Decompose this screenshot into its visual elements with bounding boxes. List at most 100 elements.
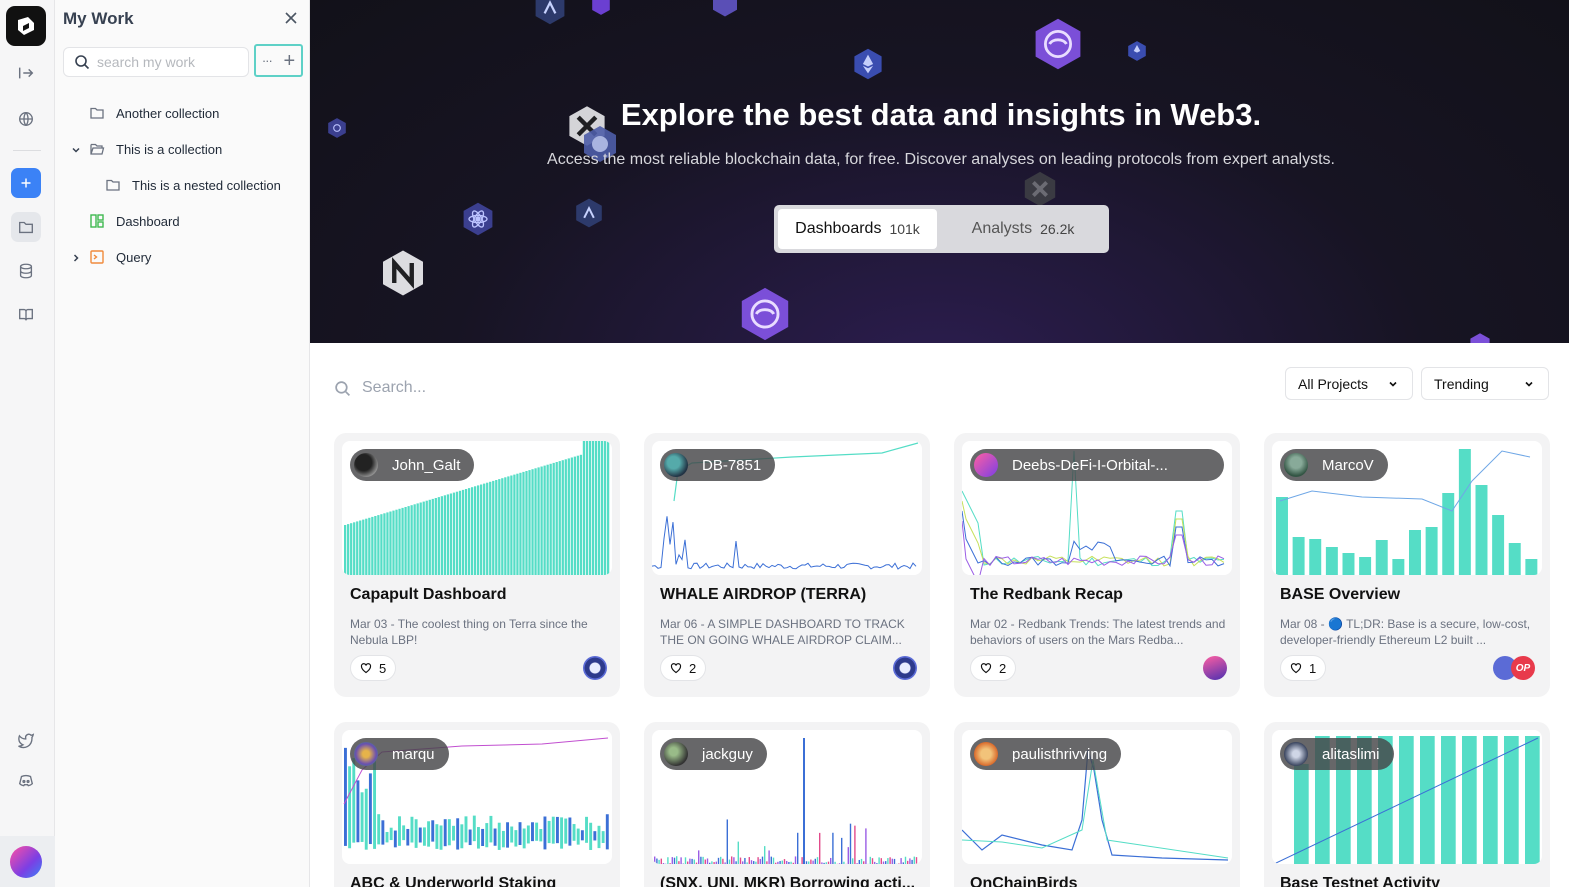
chart-bar (514, 836, 518, 847)
chart-bar (907, 860, 909, 864)
chart-bar (585, 836, 588, 843)
chart-bar (385, 831, 389, 836)
chart-bar (706, 858, 709, 864)
dune-logo[interactable] (6, 6, 46, 46)
chart-bar (904, 856, 907, 864)
chart-bar (489, 481, 492, 575)
dashboard-card[interactable]: marqu ABC & Underworld Staking (334, 722, 620, 887)
chart-bar (832, 832, 834, 864)
chart-bar (549, 463, 552, 575)
chart-bar (507, 476, 510, 575)
dashboard-card[interactable]: DB-7851 WHALE AIRDROP (TERRA) Mar 06 - A… (644, 433, 930, 697)
author-badge[interactable]: paulisthrivving (970, 738, 1122, 770)
chart-bar (373, 836, 377, 849)
ethereum-token-icon (1128, 41, 1146, 61)
expand-sidebar-icon[interactable] (11, 58, 41, 88)
like-button[interactable]: 2 (970, 655, 1017, 681)
discord-icon[interactable] (11, 766, 41, 796)
author-badge[interactable]: John_Galt (350, 449, 475, 481)
tab-analysts[interactable]: Analysts 26.2k (941, 209, 1105, 249)
chart-bar (493, 828, 497, 836)
dashboard-card[interactable]: John_Galt Capapult Dashboard Mar 03 - Th… (334, 433, 620, 697)
book-icon[interactable] (11, 300, 41, 330)
work-search-input[interactable] (97, 54, 237, 70)
user-avatar[interactable] (10, 846, 42, 878)
dashboard-card[interactable]: MarcoV BASE Overview Mar 08 - 🔵 TL;DR: B… (1264, 433, 1550, 697)
chart-bar (564, 818, 568, 836)
card-description: Mar 06 - A SIMPLE DASHBOARD TO TRACK THE… (660, 617, 905, 647)
chart-bar (377, 515, 380, 575)
sort-dropdown[interactable]: Trending (1421, 367, 1549, 400)
like-count: 2 (689, 660, 697, 676)
chart-bar (1504, 736, 1519, 864)
database-icon[interactable] (11, 256, 41, 286)
chart-bar (1525, 736, 1540, 864)
dashboard-card[interactable]: Deebs-DeFi-I-Orbital-... The Redbank Rec… (954, 433, 1240, 697)
author-badge[interactable]: alitaslimi (1280, 738, 1394, 770)
tree-item-label: This is a nested collection (132, 177, 281, 193)
chart-bar (568, 817, 572, 836)
chart-bar (585, 816, 588, 836)
chart-bar (356, 780, 360, 836)
author-avatar (1284, 742, 1308, 766)
author-badge[interactable]: MarcoV (1280, 449, 1388, 481)
chart-bar (525, 471, 528, 575)
chart-bar (443, 819, 447, 836)
like-button[interactable]: 2 (660, 655, 707, 681)
chart-bar (501, 830, 505, 836)
author-badge[interactable]: Deebs-DeFi-I-Orbital-... (970, 449, 1224, 481)
card-title[interactable]: WHALE AIRDROP (TERRA) (660, 586, 866, 604)
chart-bar (418, 827, 422, 836)
chart-bar (485, 823, 489, 836)
dashboard-card[interactable]: paulisthrivving OnChainBirds (954, 722, 1240, 887)
card-title[interactable]: Base Testnet Activity (1280, 875, 1440, 887)
like-button[interactable]: 5 (350, 655, 397, 681)
author-badge[interactable]: marqu (350, 738, 449, 770)
chart-bar (911, 859, 913, 864)
twitter-icon[interactable] (11, 725, 41, 755)
card-title[interactable]: ABC & Underworld Staking (350, 875, 556, 887)
card-title[interactable]: Capapult Dashboard (350, 586, 506, 604)
tree-item-label: Dashboard (116, 213, 180, 229)
chart-bar (410, 836, 414, 843)
chart-bar (371, 516, 374, 575)
dashboard-card[interactable]: jackguy (SNX, UNI, MKR) Borrowing acti..… (644, 722, 930, 887)
chart-bar (360, 836, 364, 842)
tree-item-nested-collection[interactable]: This is a nested collection (105, 177, 281, 193)
dashboard-search-input[interactable] (362, 379, 862, 397)
chart-bar (770, 856, 772, 864)
chart-bar (546, 464, 549, 575)
like-button[interactable]: 1 (1280, 655, 1327, 681)
card-title[interactable]: OnChainBirds (970, 875, 1078, 887)
chevron-right-icon[interactable] (71, 253, 81, 263)
dashboard-card[interactable]: alitaslimi Base Testnet Activity (1264, 722, 1550, 887)
folder-icon[interactable] (11, 212, 41, 242)
chart-bar (522, 836, 526, 849)
chevron-down-icon[interactable] (71, 145, 81, 155)
chart-bar (887, 858, 889, 864)
author-badge[interactable]: jackguy (660, 738, 767, 770)
chart-bar (452, 836, 455, 841)
card-title[interactable]: BASE Overview (1280, 586, 1400, 604)
tab-dashboards[interactable]: Dashboards 101k (778, 209, 937, 249)
more-options-button[interactable]: ··· (262, 54, 273, 67)
chart-bar (746, 862, 748, 864)
author-badge[interactable]: DB-7851 (660, 449, 776, 481)
add-button[interactable]: + (283, 51, 295, 71)
chart-bar (865, 828, 867, 864)
tree-item-dashboard[interactable]: Dashboard (89, 213, 180, 229)
card-title[interactable]: The Redbank Recap (970, 586, 1123, 604)
tree-item-this-is-a-collection[interactable]: This is a collection (89, 141, 222, 157)
chart-bar (834, 861, 836, 864)
chart-line (652, 516, 917, 570)
globe-icon[interactable] (11, 104, 41, 134)
dashboard-search[interactable] (334, 372, 1034, 404)
tree-item-another-collection[interactable]: Another collection (89, 105, 219, 121)
card-title[interactable]: (SNX, UNI, MKR) Borrowing acti... (660, 875, 915, 887)
projects-dropdown[interactable]: All Projects (1285, 367, 1413, 400)
close-icon[interactable] (283, 10, 299, 26)
work-search-box[interactable] (63, 47, 249, 77)
tree-item-query[interactable]: Query (89, 249, 151, 265)
new-item-button[interactable] (11, 168, 41, 198)
chart-bar (812, 860, 814, 864)
